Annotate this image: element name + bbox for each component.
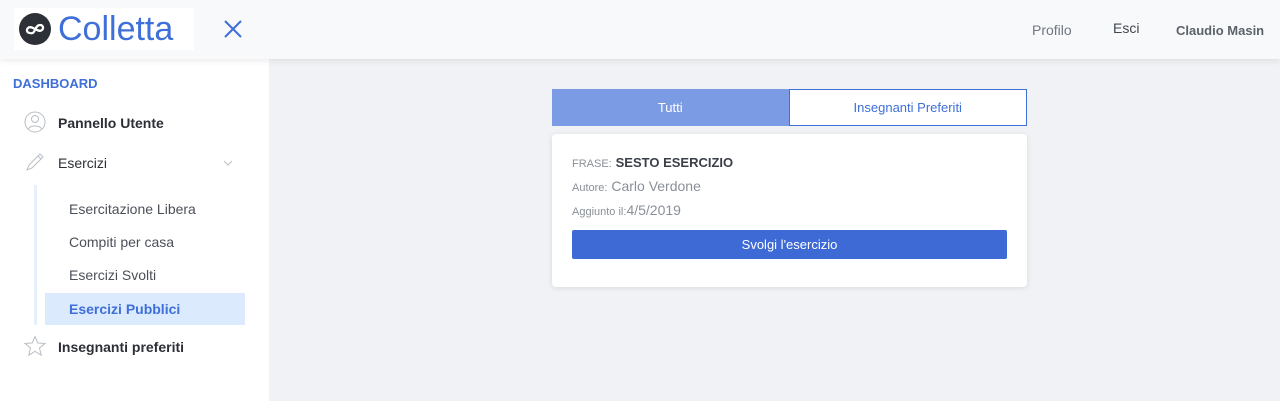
frase-row: FRASE: SESTO ESERCIZIO	[572, 154, 733, 170]
user-icon	[24, 111, 46, 133]
autore-key: Autore:	[572, 182, 608, 194]
sidebar-item-insegnanti-preferiti[interactable]: Insegnanti preferiti	[0, 331, 269, 363]
sidebar-subitem-esercitazione-libera[interactable]: Esercitazione Libera	[45, 193, 245, 225]
sidebar-item-pannello-utente[interactable]: Pannello Utente	[0, 107, 269, 139]
autore-value: Carlo Verdone	[611, 178, 701, 194]
tab-tutti[interactable]: Tutti	[552, 89, 789, 126]
sidebar-subitem-esercizi-svolti[interactable]: Esercizi Svolti	[45, 259, 245, 291]
aggiunto-value: 4/5/2019	[626, 202, 681, 218]
sidebar-item-label: Insegnanti preferiti	[58, 339, 185, 355]
main-content: Tutti Insegnanti Preferiti FRASE: SESTO …	[269, 59, 1280, 401]
frase-key: FRASE:	[572, 158, 612, 170]
chevron-down-icon[interactable]	[222, 157, 234, 169]
sidebar-item-label: Pannello Utente	[58, 115, 164, 131]
submenu-line	[34, 185, 37, 325]
autore-row: Autore: Carlo Verdone	[572, 178, 701, 194]
close-icon[interactable]	[220, 16, 246, 42]
sidebar-title: DASHBOARD	[13, 76, 98, 91]
top-header: Colletta Profilo Esci Claudio Masin	[0, 0, 1280, 59]
esci-link[interactable]: Esci	[1113, 20, 1139, 36]
sidebar-item-label: Esercizi	[58, 155, 108, 171]
star-icon	[24, 335, 46, 357]
svolgi-esercizio-button[interactable]: Svolgi l'esercizio	[572, 230, 1007, 259]
exercise-card: FRASE: SESTO ESERCIZIO Autore: Carlo Ver…	[552, 134, 1027, 287]
tab-bar: Tutti Insegnanti Preferiti	[552, 89, 1027, 126]
sidebar-subitem-compiti-per-casa[interactable]: Compiti per casa	[45, 226, 245, 258]
sidebar-subitem-esercizi-pubblici[interactable]: Esercizi Pubblici	[45, 293, 245, 325]
aggiunto-row: Aggiunto il:4/5/2019	[572, 202, 681, 218]
infinity-logo-icon	[19, 13, 51, 45]
tab-insegnanti-preferiti[interactable]: Insegnanti Preferiti	[788, 89, 1027, 126]
logo[interactable]: Colletta	[14, 8, 194, 50]
frase-value: SESTO ESERCIZIO	[615, 155, 734, 170]
logo-text: Colletta	[58, 10, 174, 48]
user-name[interactable]: Claudio Masin	[1176, 23, 1264, 38]
sidebar: DASHBOARD Pannello Utente Esercizi Eserc…	[0, 59, 269, 401]
aggiunto-key: Aggiunto il:	[572, 206, 627, 218]
pencil-icon	[26, 153, 44, 171]
profilo-link[interactable]: Profilo	[1032, 22, 1072, 38]
sidebar-item-esercizi[interactable]: Esercizi	[0, 147, 269, 179]
